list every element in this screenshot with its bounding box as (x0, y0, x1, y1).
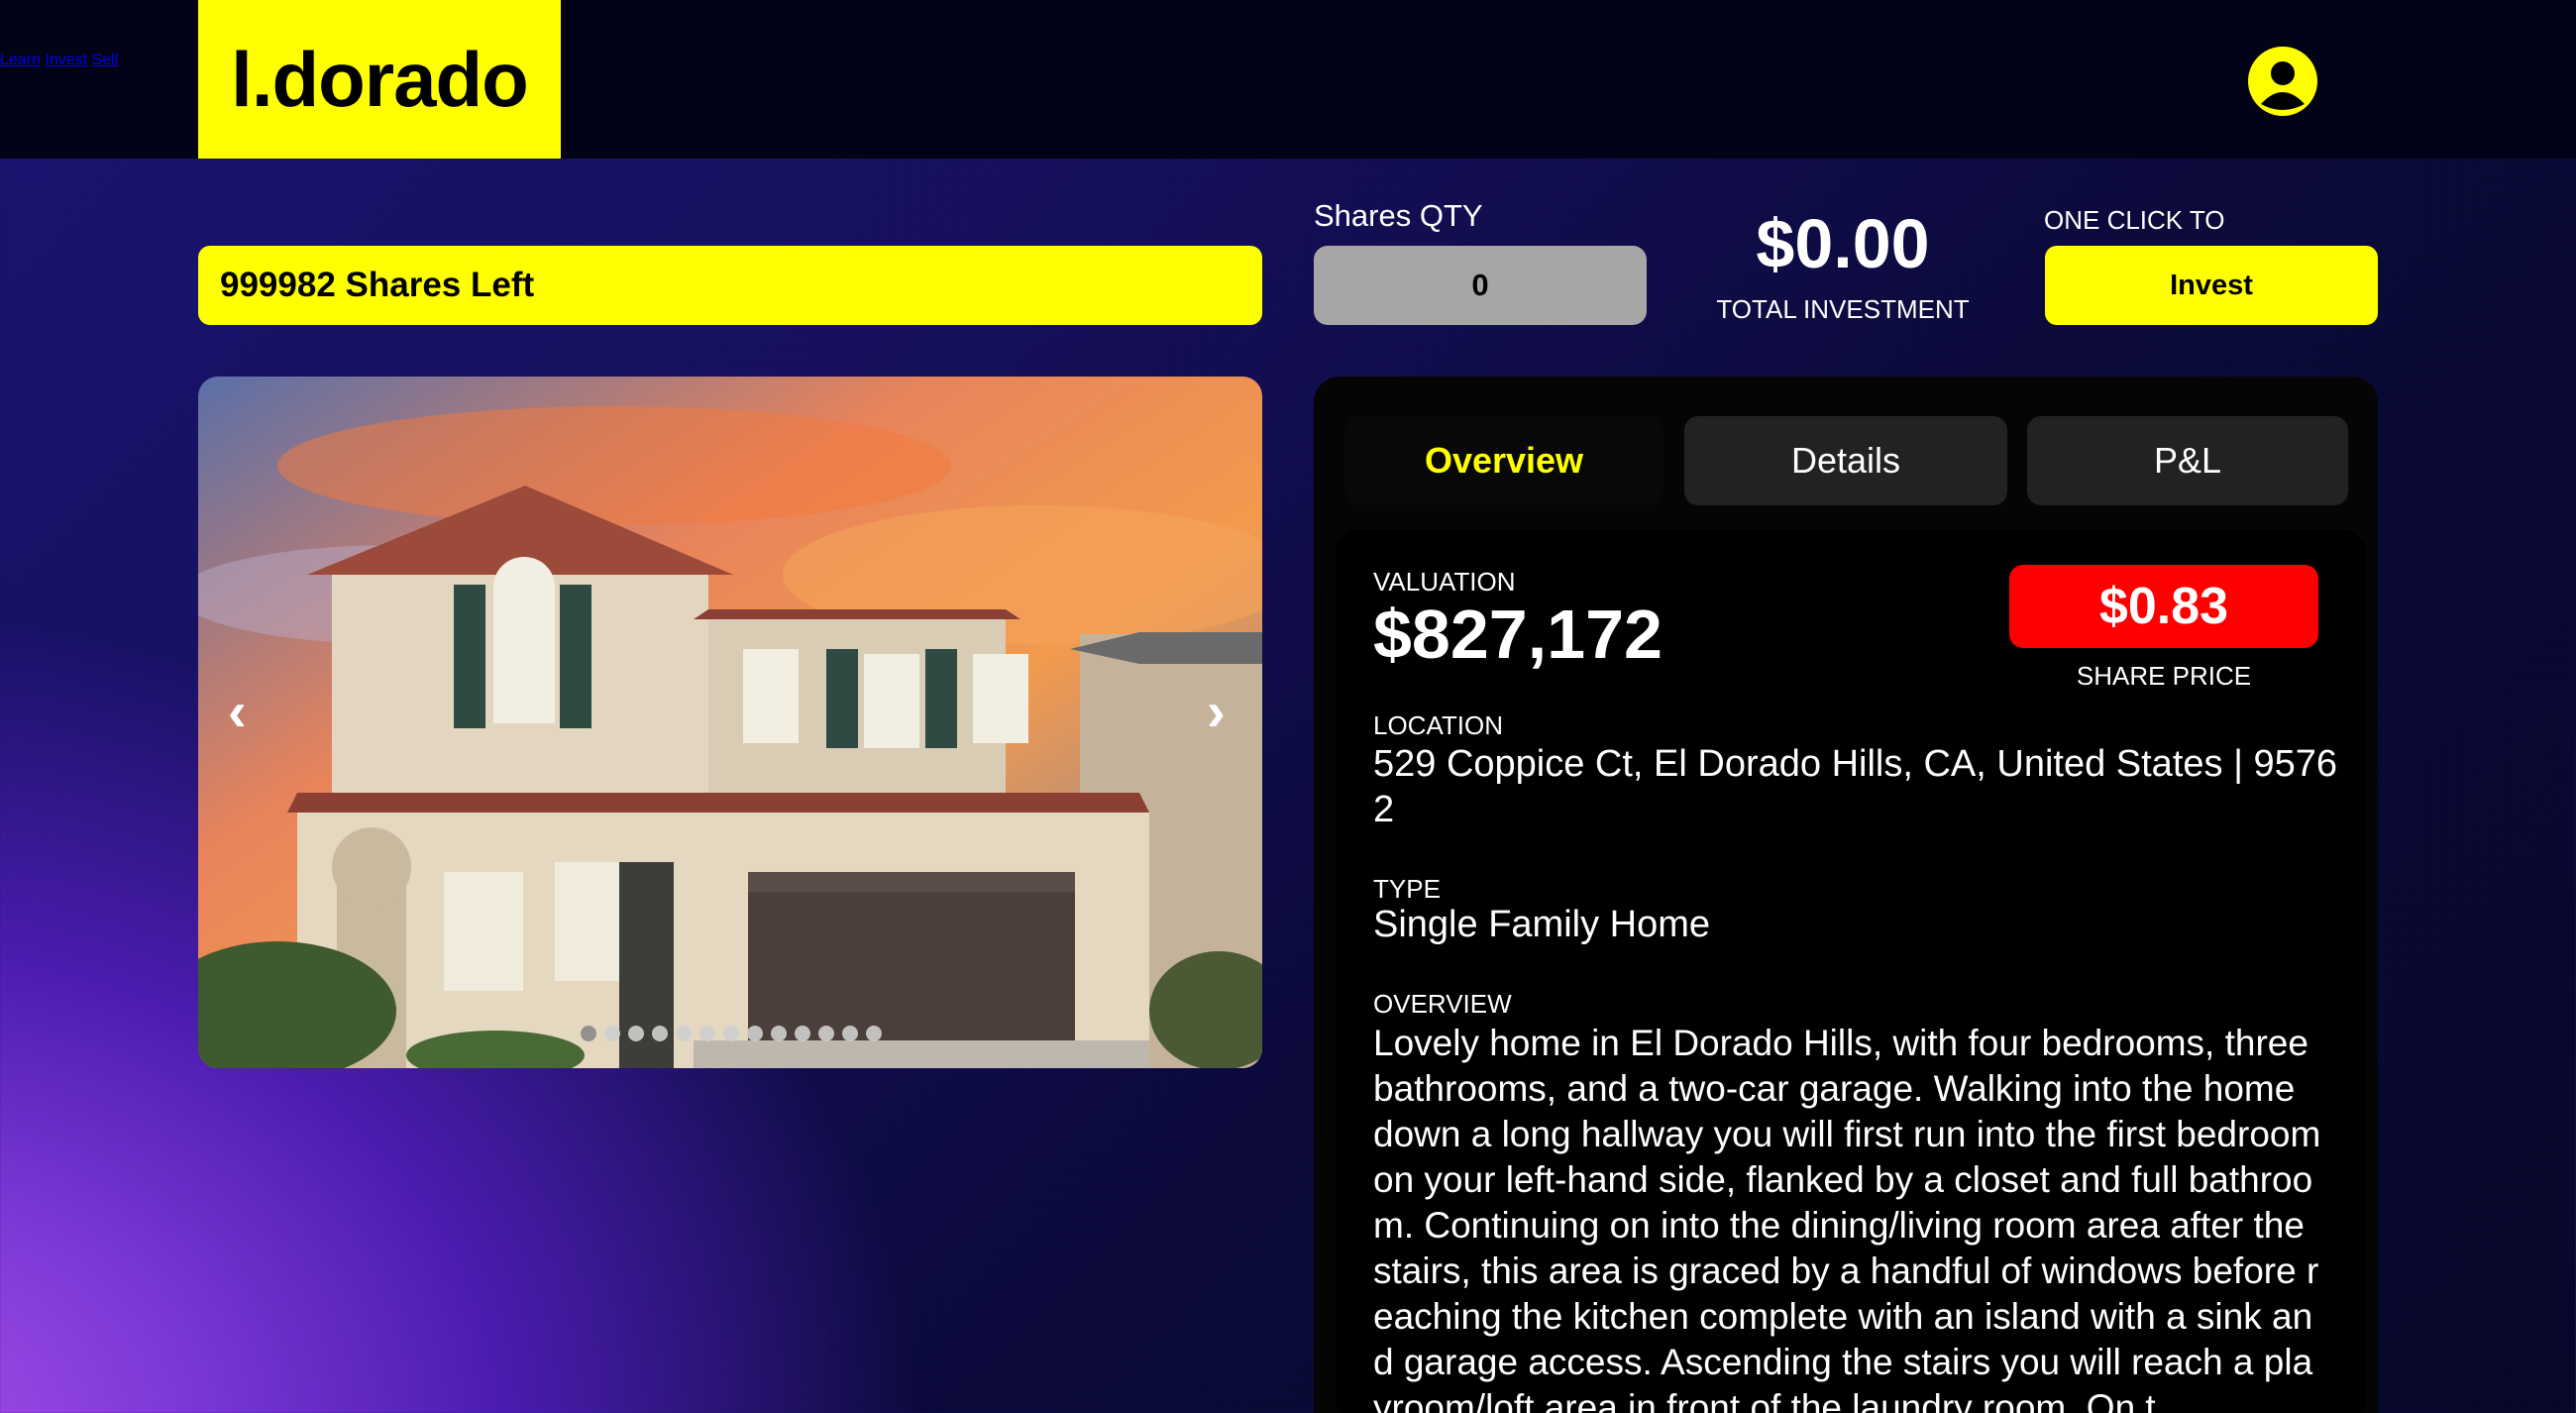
carousel-dot[interactable] (699, 1026, 715, 1041)
total-investment-amount: $0.00 (1756, 205, 1930, 282)
type-label: TYPE (1373, 874, 1441, 904)
carousel-dot[interactable] (818, 1026, 834, 1041)
user-circle-icon[interactable] (2248, 47, 2317, 116)
carousel-dot[interactable] (676, 1026, 692, 1041)
overview-description: Lovely home in El Dorado Hills, with fou… (1373, 1023, 2321, 1413)
carousel-dot[interactable] (771, 1026, 787, 1041)
type-value: Single Family Home (1373, 904, 1710, 945)
carousel-dot[interactable] (842, 1026, 858, 1041)
tab-pl[interactable]: P&L (2027, 416, 2348, 505)
house-photo (198, 377, 1262, 1068)
shares-left-bar: 999982 Shares Left (198, 246, 1262, 325)
main-nav: Learn Invest Sell (0, 52, 2576, 111)
carousel-dot[interactable] (581, 1026, 596, 1041)
nav-invest-link[interactable]: Invest (45, 52, 87, 68)
share-price-label: SHARE PRICE (2076, 661, 2252, 691)
overview-label: OVERVIEW (1373, 989, 1512, 1019)
one-click-label: ONE CLICK TO (2044, 205, 2225, 235)
tab-overview[interactable]: Overview (1345, 416, 1663, 505)
carousel-dot[interactable] (795, 1026, 810, 1041)
location-label: LOCATION (1373, 710, 1503, 740)
location-value: 529 Coppice Ct, El Dorado Hills, CA, Uni… (1373, 743, 2338, 830)
property-photo-carousel: ‹ › (198, 377, 1262, 1068)
shares-qty-label: Shares QTY (1314, 198, 1483, 233)
tab-details[interactable]: Details (1684, 416, 2007, 505)
carousel-dot[interactable] (866, 1026, 882, 1041)
carousel-dot[interactable] (747, 1026, 763, 1041)
share-price-badge: $0.83 (2009, 565, 2318, 648)
shares-qty-input[interactable] (1314, 246, 1647, 325)
carousel-next-icon[interactable]: › (1207, 684, 1226, 739)
carousel-dot[interactable] (604, 1026, 620, 1041)
carousel-dot[interactable] (723, 1026, 739, 1041)
valuation-value: $827,172 (1373, 596, 1663, 673)
carousel-prev-icon[interactable]: ‹ (228, 684, 247, 739)
nav-sell-link[interactable]: Sell (92, 52, 119, 68)
carousel-dot[interactable] (628, 1026, 644, 1041)
nav-learn-link[interactable]: Learn (0, 52, 41, 68)
carousel-dot[interactable] (652, 1026, 668, 1041)
valuation-label: VALUATION (1373, 567, 1516, 597)
total-investment-label: TOTAL INVESTMENT (1716, 294, 1970, 324)
invest-button[interactable]: Invest (2045, 246, 2378, 325)
